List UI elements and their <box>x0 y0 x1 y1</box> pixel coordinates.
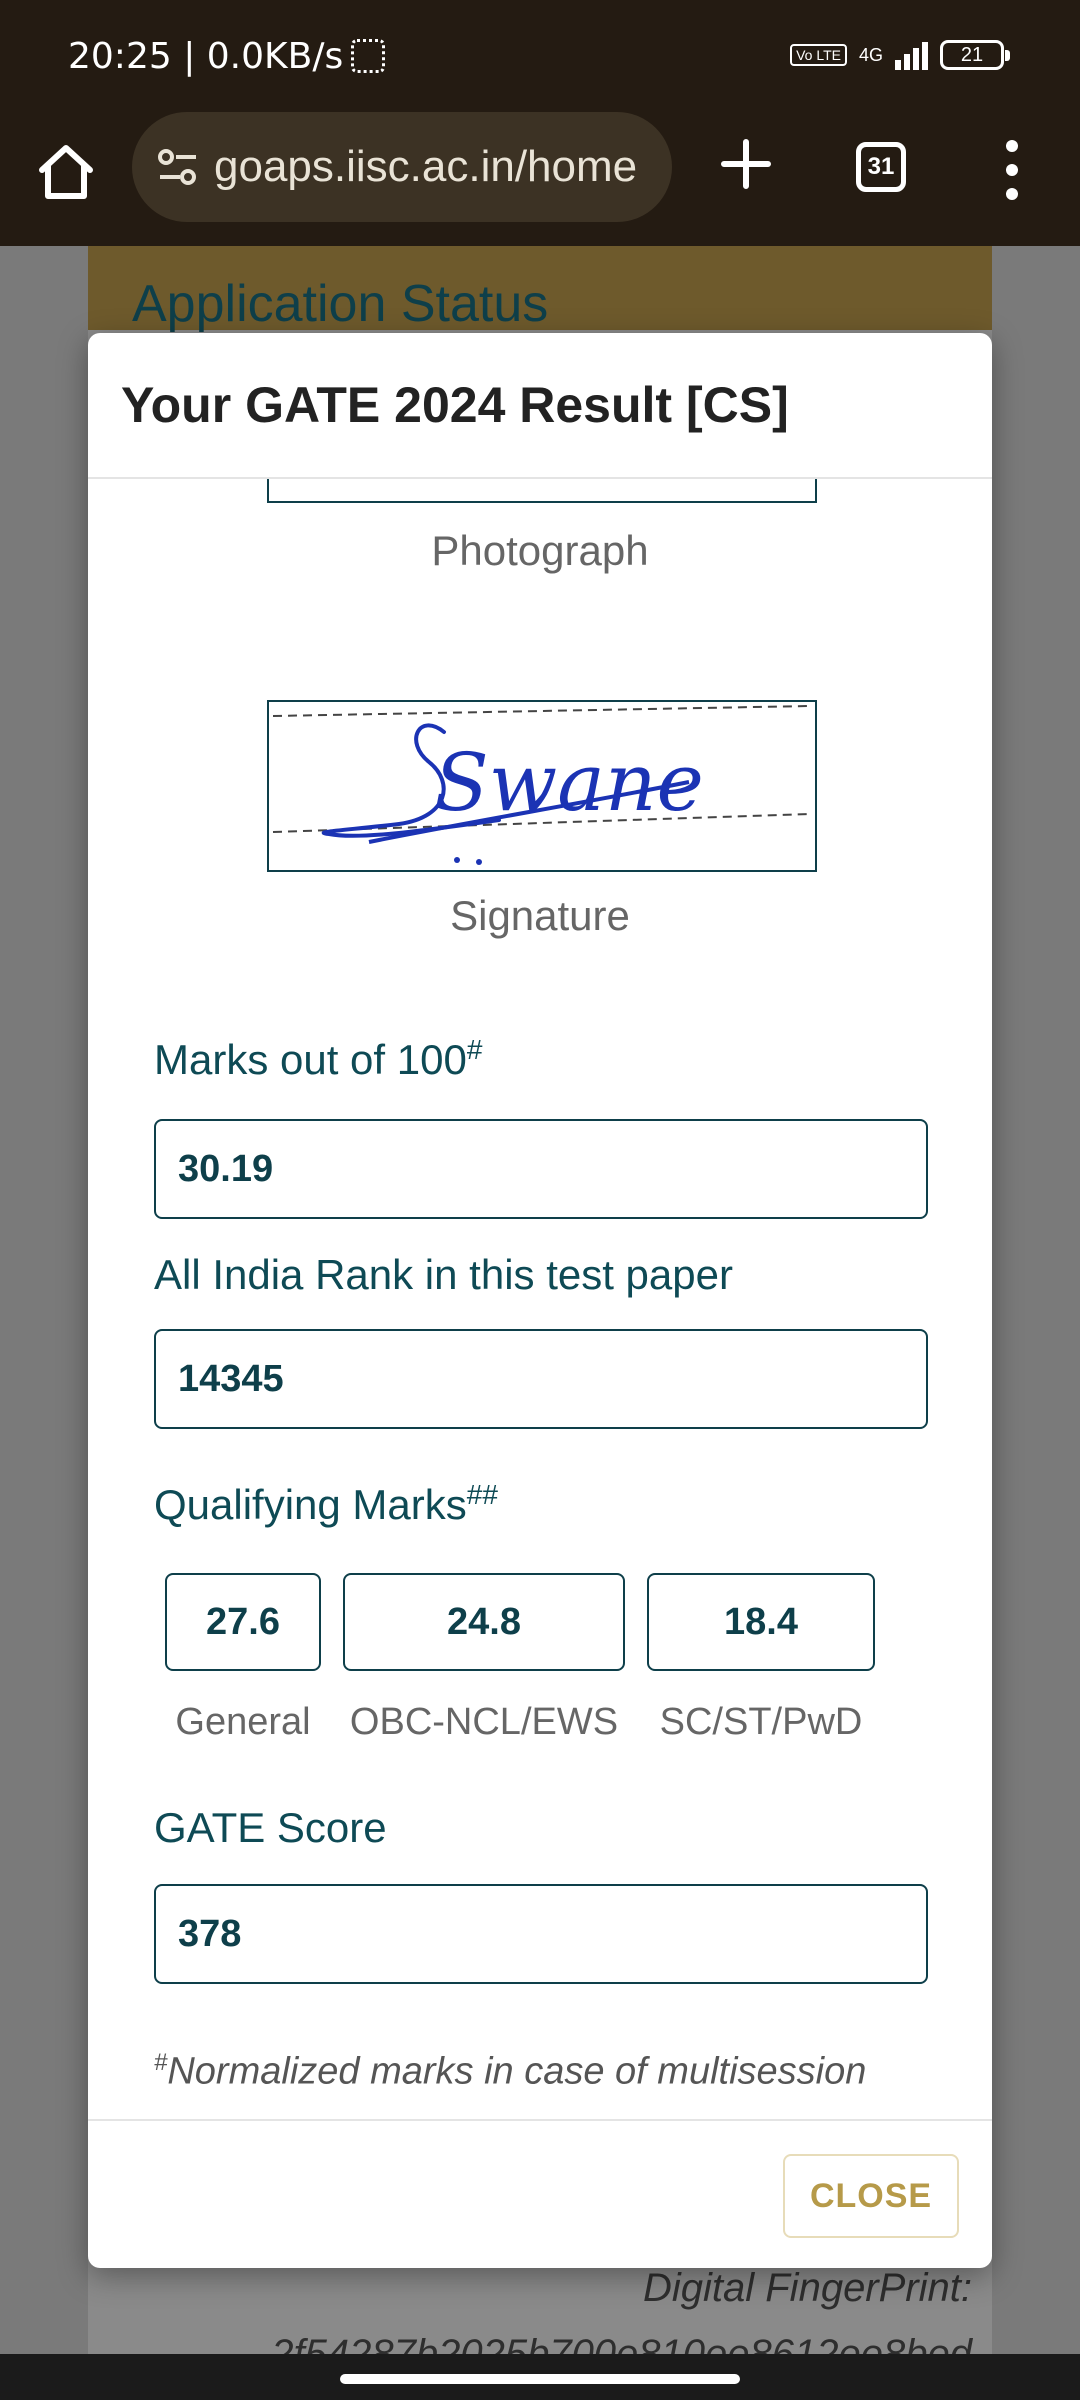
gesture-handle[interactable] <box>340 2374 740 2384</box>
signature-drawing: Swane <box>272 705 810 865</box>
marks-footnote-mark: # <box>466 1034 483 1065</box>
qualifying-obc-value: 24.8 <box>343 1573 625 1671</box>
qualifying-general-value: 27.6 <box>165 1573 321 1671</box>
status-time-text: 20:25 | 0.0KB/s <box>68 36 344 77</box>
fingerprint-label: Digital FingerPrint: <box>642 2266 972 2310</box>
modal-footer: CLOSE <box>88 2119 992 2268</box>
battery-level: 21 <box>960 44 984 66</box>
marks-field: 30.19 <box>154 1119 928 1219</box>
navigation-bar <box>0 2354 1080 2400</box>
tab-count: 31 <box>867 153 895 180</box>
qualifying-footnote-mark: ## <box>466 1479 498 1510</box>
qualifying-marks-label: Qualifying Marks## <box>154 1479 498 1529</box>
footnote-mark: # <box>154 2049 168 2076</box>
gate-score-field: 378 <box>154 1884 928 1984</box>
result-modal: Your GATE 2024 Result [CS] Photograph Sw… <box>88 333 992 2268</box>
nfc-icon <box>351 39 386 73</box>
status-icons: Vo LTE 4G 21 <box>790 40 1010 70</box>
url-text: goaps.iisc.ac.in/home <box>214 142 638 191</box>
qualifying-obc-label: OBC-NCL/EWS <box>349 1701 619 1743</box>
close-button[interactable]: CLOSE <box>783 2154 959 2238</box>
signature-caption: Signature <box>450 892 630 939</box>
photograph-frame <box>267 479 817 503</box>
tab-switcher-button[interactable]: 31 <box>856 142 906 192</box>
application-status-title: Application Status <box>132 275 549 333</box>
signature-text: Swane <box>434 736 704 829</box>
qualifying-sc-label: SC/ST/PwD <box>659 1701 863 1743</box>
gate-score-label: GATE Score <box>154 1804 387 1851</box>
volte-icon: Vo LTE <box>790 44 847 66</box>
rank-label: All India Rank in this test paper <box>154 1251 733 1298</box>
signal-icon <box>895 40 928 70</box>
modal-title: Your GATE 2024 Result [CS] <box>121 377 789 433</box>
browser-toolbar: goaps.iisc.ac.in/home 31 <box>0 112 1080 246</box>
more-options-icon[interactable] <box>1000 140 1024 200</box>
footnote: #Normalized marks in case of multisessio… <box>154 2049 866 2094</box>
status-bar: 20:25 | 0.0KB/s Vo LTE 4G 21 <box>0 0 1080 112</box>
signature-image: Swane <box>267 700 817 872</box>
photograph-caption: Photograph <box>431 527 649 574</box>
new-tab-icon[interactable] <box>716 134 776 194</box>
site-settings-icon[interactable] <box>154 143 202 191</box>
qualifying-sc-value: 18.4 <box>647 1573 875 1671</box>
rank-field: 14345 <box>154 1329 928 1429</box>
network-type: 4G <box>858 44 883 65</box>
home-icon[interactable] <box>32 138 100 206</box>
marks-label: Marks out of 100# <box>154 1034 482 1084</box>
battery-icon: 21 <box>940 40 1010 70</box>
qualifying-label-text: Qualifying Marks <box>154 1481 467 1528</box>
marks-label-text: Marks out of 100 <box>154 1036 467 1083</box>
address-bar[interactable]: goaps.iisc.ac.in/home <box>132 112 672 222</box>
modal-header: Your GATE 2024 Result [CS] <box>88 333 992 479</box>
qualifying-general-label: General <box>175 1701 311 1743</box>
footnote-text: Normalized marks in case of multisession <box>167 2050 867 2093</box>
modal-body[interactable]: Photograph Swane Signature Marks out of … <box>88 479 992 2119</box>
status-time: 20:25 | 0.0KB/s <box>68 36 386 77</box>
